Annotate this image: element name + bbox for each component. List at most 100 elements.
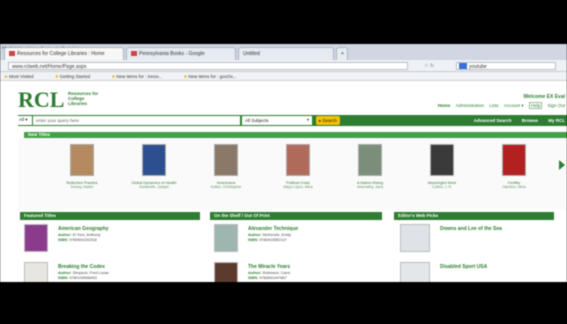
item-title[interactable]: Downs and Lee of the Sea [440,226,502,232]
my-rcl-link[interactable]: My RCL [548,118,565,123]
item-title[interactable]: American Geography [58,226,109,232]
star-icon: ★ [111,74,116,79]
item-thumbnail [24,262,48,282]
book-cover [502,144,526,176]
tab-label: Resources for College Libraries : Home [17,51,105,57]
item-isbn: 9780691152318 [69,238,97,242]
book-cover [142,144,166,176]
item-thumbnail [214,224,238,252]
subject-select[interactable]: All Subjects ▾ [242,116,312,125]
isbn-label: ISBN: [248,276,259,280]
item-meta: Author: Simpson, Fred Lucas ISBN: 978019… [58,271,109,281]
query-input[interactable]: enter your query here [33,116,240,125]
tab-google[interactable]: Pennsylvania Books - Google [126,47,236,60]
web-pick-item[interactable]: Downs and Lee of the Sea [400,224,560,254]
book-item[interactable]: A Nation Rising Abernathy, Jana [341,144,399,189]
isbn-label: ISBN: [248,238,259,242]
item-meta: Author: El Toro, Anthony ISBN: 978069115… [58,233,100,243]
new-titles-shelf: Reflective Practice Dewey, Martin Global… [18,138,567,210]
book-cover [430,144,454,176]
scope-select[interactable]: All ▾ [18,116,32,125]
item-title[interactable]: Alexander Technique [248,226,298,232]
new-tab-button[interactable]: + [336,47,348,60]
search-bar: All ▾ enter your query here All Subjects… [18,115,567,126]
next-arrow-icon[interactable] [559,160,565,170]
book-cover [214,144,238,176]
book-item[interactable]: Reflective Practice Dewey, Martin [53,144,111,189]
featured-item[interactable]: American Geography Author: El Toro, Anth… [24,224,184,254]
bookmark-label: New items for : Innov... [116,74,163,79]
address-bar[interactable]: www.rclweb.net/Home/Page.aspx [8,62,408,70]
search-links: Advanced Search Browse My RCL [465,118,565,123]
top-navigation: Home Administration Lists Account ▾ Help… [434,102,565,109]
tab-rcl-home[interactable]: Resources for College Libraries : Home [4,47,124,60]
item-thumbnail [400,224,430,252]
tab-label: Untitled [243,51,260,57]
featured-item[interactable]: Breaking the Codex Author: Simpson, Fred… [24,262,184,282]
browser-search-input[interactable]: youtube [456,62,556,70]
nav-administration[interactable]: Administration [456,103,485,108]
item-author: Simpson, Fred Lucas [72,271,109,275]
search-engine-icon [459,63,467,69]
bookmark-label: Most Visited [9,74,34,79]
bookmark-getting-started[interactable]: ★Getting Started [55,74,100,79]
author-label: Author: [248,233,262,237]
nav-help[interactable]: Help [528,102,543,109]
book-author: Dewey, Martin [70,185,94,189]
item-thumbnail [214,262,238,282]
reload-icon[interactable]: ☆ ↻ [424,63,434,69]
browse-link[interactable]: Browse [522,118,538,123]
search-button[interactable]: ▸ Search [316,116,340,125]
nav-sign-out[interactable]: Sign Out [547,103,565,108]
item-thumbnail [400,262,430,282]
item-meta: Author: McKenzie, Emily ISBN: 9780415552… [248,233,291,243]
item-author: McKenzie, Emily [262,233,291,237]
book-item[interactable]: Global Dynamics of Health Goldsmith, Jos… [125,144,183,189]
favicon-icon [131,51,137,57]
star-icon: ★ [183,74,188,79]
author-label: Author: [58,233,72,237]
isbn-label: ISBN: [58,238,69,242]
book-cover [286,144,310,176]
book-item[interactable]: Meaningful Work Collins, J. R. [413,144,471,189]
author-label: Author: [248,271,262,275]
item-title[interactable]: Breaking the Codex [58,264,105,270]
favicon-icon [9,51,15,57]
on-the-shelf-heading: On the Shelf / Out Of Print [210,212,382,220]
book-item[interactable]: Americana Kolker, Christopher [197,144,255,189]
shelf-item[interactable]: The Miracle Years Author: Robinson, Caro… [214,262,374,282]
item-title[interactable]: The Miracle Years [248,264,290,270]
bookmark-label: Getting Started [59,74,91,79]
web-pick-item[interactable]: Disabled Sport USA [400,262,560,282]
shelf-item[interactable]: Alexander Technique Author: McKenzie, Em… [214,224,374,254]
tab-untitled[interactable]: Untitled [238,47,334,60]
rcl-logo[interactable]: RCL [18,87,64,113]
tab-label: Pennsylvania Books - Google [139,51,205,57]
subject-value: All Subjects [245,118,269,123]
isbn-label: ISBN: [58,276,69,280]
nav-lists[interactable]: Lists [489,103,498,108]
chevron-down-icon: ▾ [306,117,309,122]
navigation-bar: www.rclweb.net/Home/Page.aspx ☆ ↻ youtub… [0,60,567,72]
nav-account[interactable]: Account ▾ [504,103,524,108]
advanced-search-link[interactable]: Advanced Search [474,118,512,123]
bookmark-new-items-1[interactable]: ★New items for : Innov... [111,74,172,79]
star-icon: ★ [54,74,59,79]
welcome-text: Welcome EX Eval [523,94,565,100]
tab-bar: File Edit View History Bookmarks Tools H… [0,44,567,60]
logo-line: Libraries [68,101,88,106]
item-isbn: 9780415552137 [259,238,287,242]
item-isbn: 9780199548453 [69,276,97,280]
book-author: Harrison, Mina [502,185,526,189]
book-author: Maya Lopez, Alina [283,185,313,189]
bookmark-most-visited[interactable]: ★Most Visited [4,74,43,79]
book-author: Collins, J. R. [431,185,453,189]
plus-icon: + [341,51,344,57]
bookmark-new-items-2[interactable]: ★New items for : gooOx... [183,74,246,79]
book-item[interactable]: Fertility Harrison, Mina [485,144,543,189]
nav-home[interactable]: Home [438,103,451,108]
item-title[interactable]: Disabled Sport USA [440,264,487,270]
featured-titles-heading: Featured Titles [20,212,200,220]
book-item[interactable]: Political Crisis Maya Lopez, Alina [269,144,327,189]
item-author: Robinson, Carol [262,271,291,275]
